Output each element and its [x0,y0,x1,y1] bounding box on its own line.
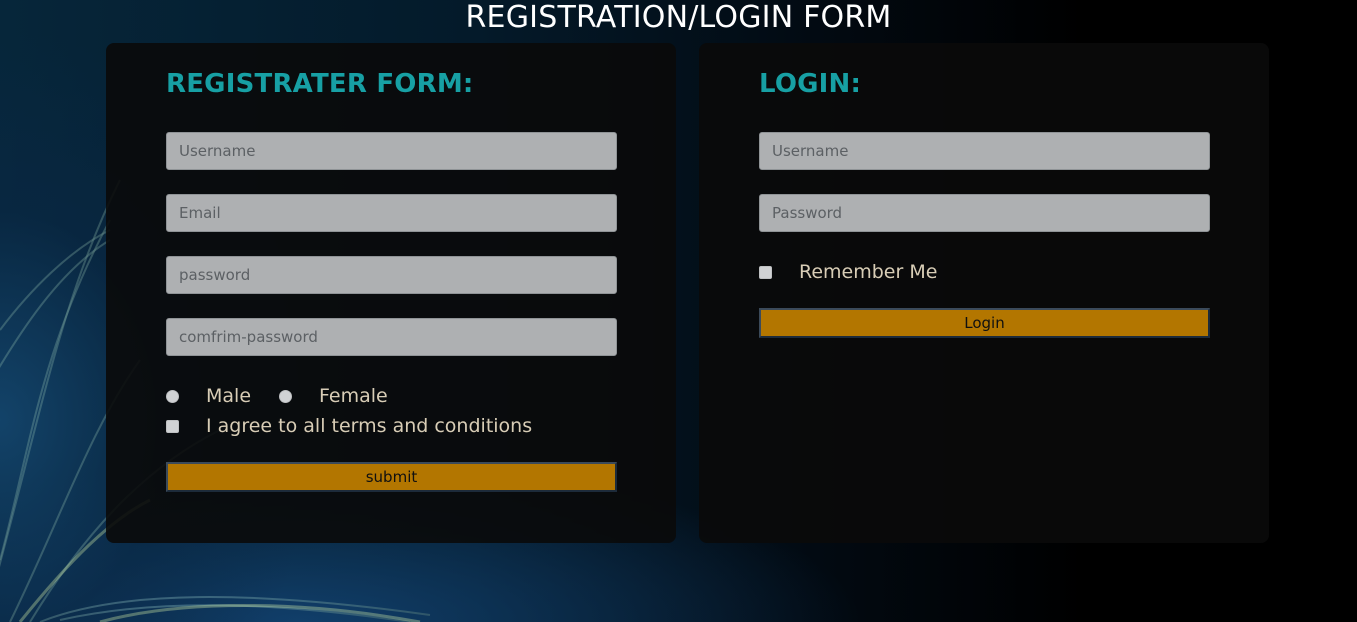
login-title: LOGIN: [759,69,862,99]
register-password-input[interactable] [166,256,617,294]
login-panel: LOGIN: Remember Me Login [699,43,1269,543]
male-label: Male [206,385,252,407]
terms-label: I agree to all terms and conditions [206,415,533,437]
register-email-input[interactable] [166,194,617,232]
page-title: REGISTRATION/LOGIN FORM [465,0,892,35]
male-radio[interactable] [166,389,179,403]
terms-checkbox[interactable] [166,419,179,433]
remember-label: Remember Me [799,261,938,283]
remember-row: Remember Me [759,259,937,285]
register-username-input[interactable] [166,132,617,170]
gender-row: Male Female [166,383,388,409]
login-submit-button[interactable]: Login [759,308,1210,338]
remember-checkbox[interactable] [759,265,772,279]
register-submit-button[interactable]: submit [166,462,617,492]
female-radio[interactable] [279,389,293,403]
register-title: REGISTRATER FORM: [166,69,474,99]
login-username-input[interactable] [759,132,1210,170]
female-label: Female [319,385,388,407]
register-panel: REGISTRATER FORM: Male Female I agree to… [106,43,676,543]
register-confirm-password-input[interactable] [166,318,617,356]
login-password-input[interactable] [759,194,1210,232]
terms-row: I agree to all terms and conditions [166,413,532,439]
